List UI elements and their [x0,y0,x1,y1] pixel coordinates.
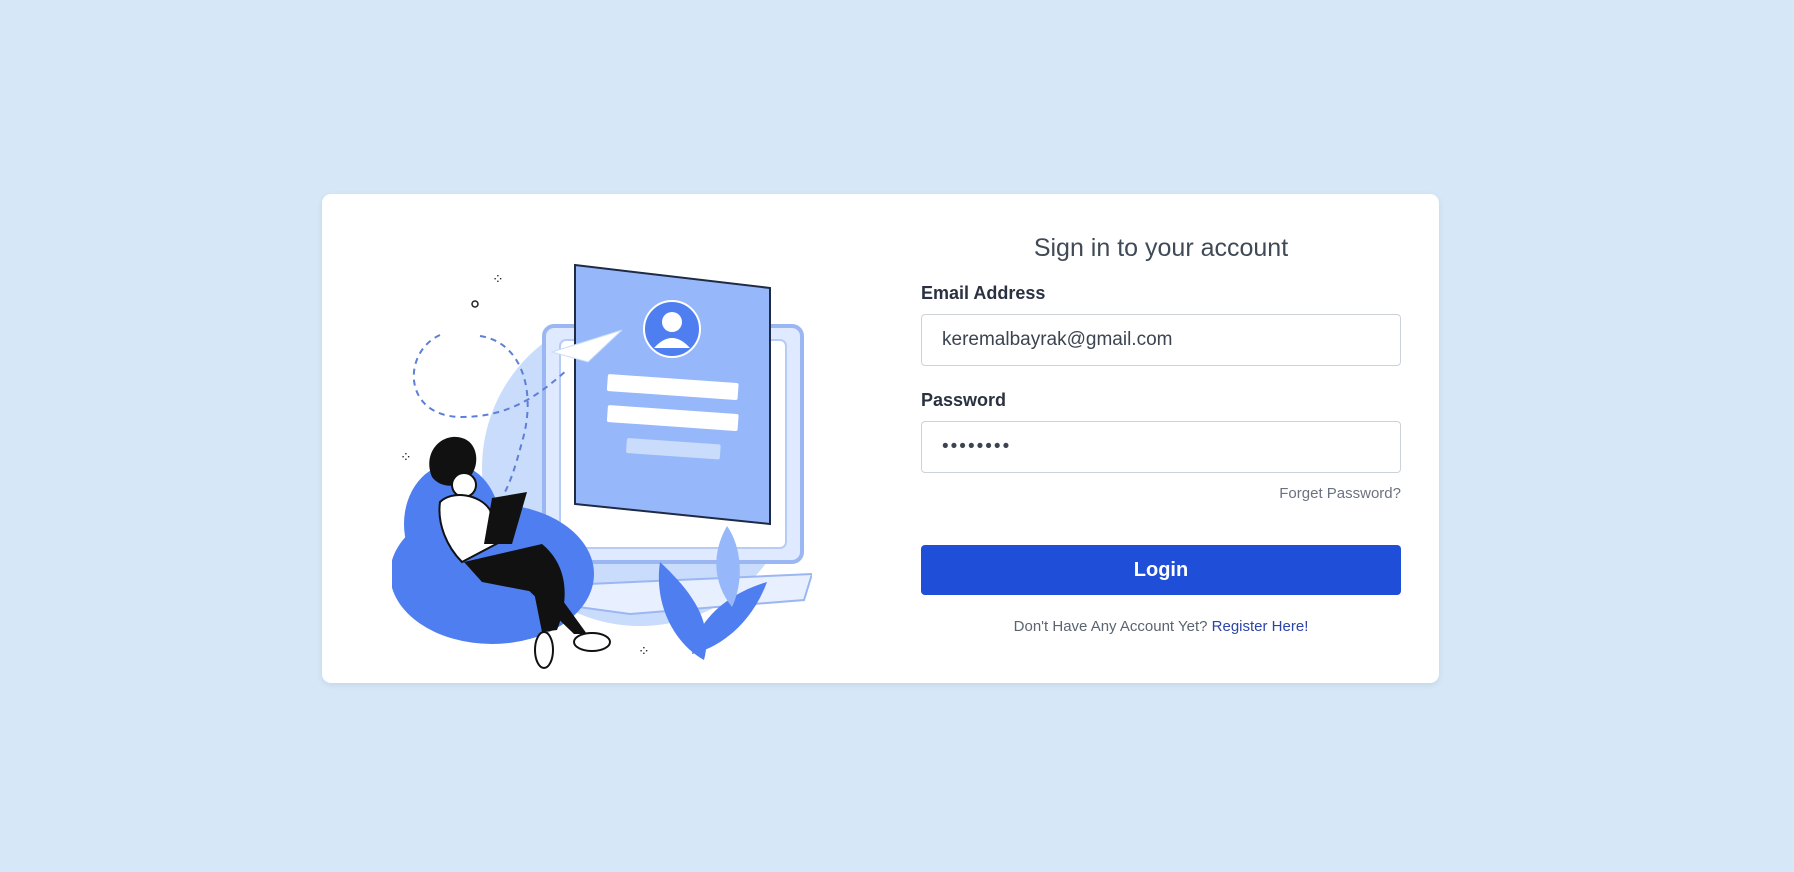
page-title: Sign in to your account [1033,234,1289,262]
email-label: Email Address [921,283,1046,303]
email-field[interactable] [921,314,1401,366]
sparkle-icon-3: ⁘ [638,644,650,660]
login-form: Sign in to your account Email Address Pa… [921,232,1401,637]
user-avatar-icon [643,300,701,358]
password-field[interactable] [921,421,1401,473]
register-prompt: Don't Have Any Account Yet? [1013,618,1208,635]
small-circle-ornament [471,300,479,308]
register-row: Don't Have Any Account Yet? Register Her… [921,617,1401,637]
sparkle-icon-2: ⁘ [400,450,412,466]
password-label: Password [921,390,1007,410]
forgot-password-link[interactable]: Forget Password? [1279,485,1401,502]
sparkle-icon: ⁘ [492,272,504,288]
login-illustration: ⁘ ⁘ ⁘ [392,263,812,669]
login-card: ⁘ ⁘ ⁘ Sign in to your account Email Addr… [322,194,1439,683]
login-button[interactable]: Login [921,545,1401,595]
forgot-password-row: Forget Password? [921,484,1401,504]
register-link[interactable]: Register Here! [1212,618,1309,635]
